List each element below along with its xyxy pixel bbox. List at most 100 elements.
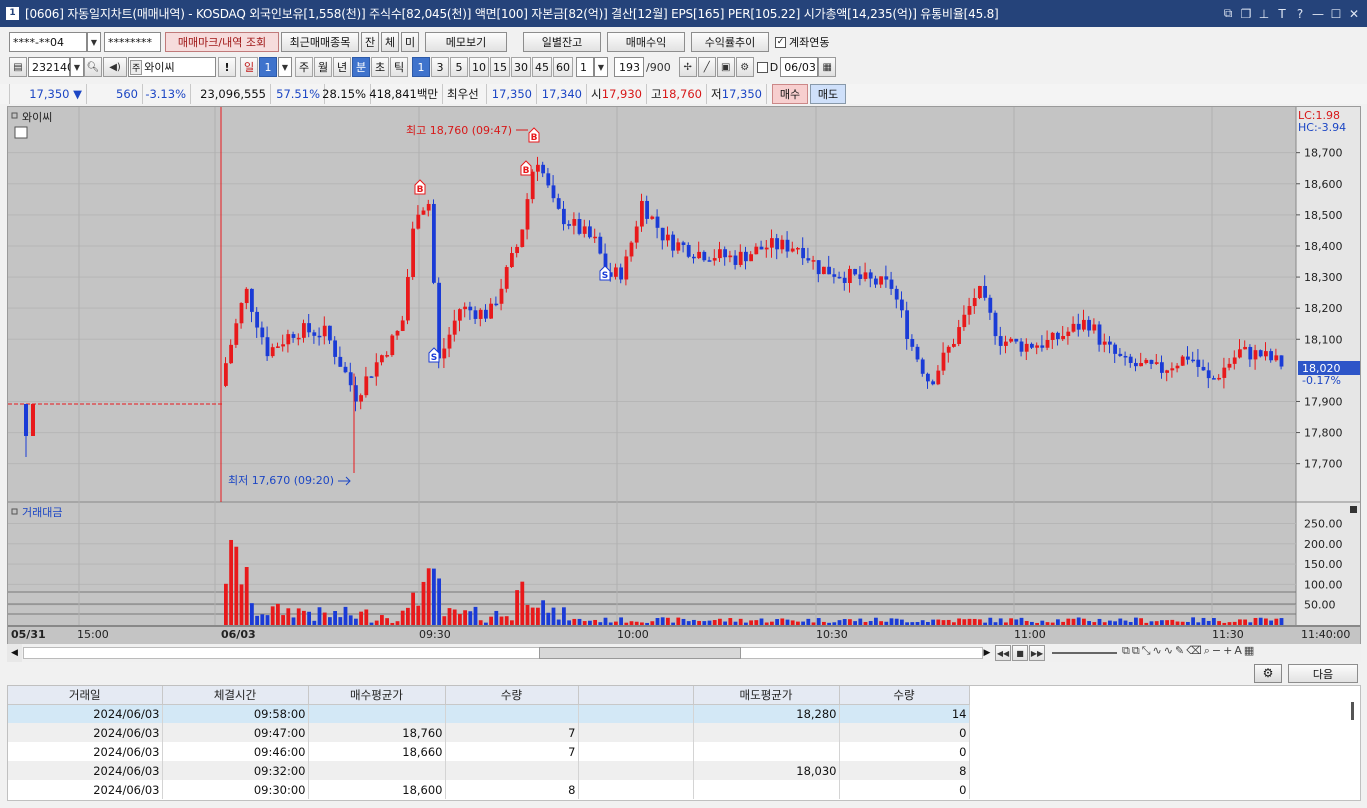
stock-code-input[interactable]: 232140 <box>28 57 74 77</box>
save-icon[interactable]: ▣ <box>716 57 735 77</box>
text-tool-icon[interactable]: A <box>1234 644 1242 658</box>
zoom-out-icon[interactable]: − <box>1212 644 1221 658</box>
day-count-dropdown-icon[interactable]: ▼ <box>278 57 292 77</box>
calendar-icon[interactable]: ▦ <box>818 57 837 77</box>
gear-icon[interactable]: ⚙ <box>735 57 754 77</box>
scroll-left-icon[interactable]: ◀ <box>7 644 22 662</box>
chart-settings-icon[interactable]: ▤ <box>9 57 27 77</box>
column-header[interactable]: 매수평균가 <box>308 686 446 705</box>
memo-button[interactable]: 메모보기 <box>425 32 507 52</box>
mark-history-button[interactable]: 매매마크/내역 조회 <box>165 32 279 52</box>
alert-button[interactable]: ! <box>218 57 236 77</box>
volume-bar <box>338 617 343 625</box>
period-second-button[interactable]: 초 <box>371 57 389 77</box>
account-input[interactable]: ****-**04 <box>9 32 87 52</box>
code-dropdown-icon[interactable]: ▼ <box>70 57 84 77</box>
account-dropdown-icon[interactable]: ▼ <box>87 32 101 52</box>
table-row[interactable]: 2024/06/03 09:46:00 18,660 7 0 <box>8 742 970 761</box>
grid-icon[interactable]: ▦ <box>1244 644 1254 658</box>
sound-icon[interactable]: ◀) <box>103 57 127 77</box>
minimize-icon[interactable]: — <box>1309 7 1327 21</box>
interval-select[interactable]: 1 <box>576 57 594 77</box>
zoom-in-icon[interactable]: + <box>1223 644 1232 658</box>
table-row[interactable]: 2024/06/03 09:58:00 18,280 14 <box>8 704 970 723</box>
help-icon[interactable]: ? <box>1291 7 1309 21</box>
candlestick-chart[interactable]: 18,700 18,600 18,500 18,400 18,300 18,200 18,1… <box>7 106 1361 645</box>
password-input[interactable]: ******** <box>104 32 161 52</box>
trade-profit-button[interactable]: 매매수익 <box>607 32 685 52</box>
maximize-icon[interactable]: ☐ <box>1327 7 1345 21</box>
buy-button[interactable]: 매수 <box>772 84 808 104</box>
best-bid: 17,340 <box>537 84 587 104</box>
balance-button[interactable]: 잔 <box>361 32 379 52</box>
daily-balance-button[interactable]: 일별잔고 <box>523 32 601 52</box>
scroll-right-icon[interactable]: ▶ <box>981 644 993 662</box>
interval-dropdown-icon[interactable]: ▼ <box>594 57 608 77</box>
column-header[interactable] <box>578 686 694 705</box>
interval-5-button[interactable]: 5 <box>450 57 468 77</box>
sell-button[interactable]: 매도 <box>810 84 846 104</box>
volume-panel-label: 거래대금 <box>22 506 62 519</box>
unfilled-button[interactable]: 미 <box>401 32 419 52</box>
volume-bar <box>1056 619 1060 625</box>
interval-30-button[interactable]: 30 <box>511 57 531 77</box>
date-checkbox[interactable] <box>756 61 768 73</box>
table-row[interactable]: 2024/06/03 09:30:00 18,600 8 0 <box>8 780 970 799</box>
font-icon[interactable]: T <box>1273 7 1291 21</box>
table-scrollbar[interactable] <box>1351 702 1354 720</box>
pin-icon[interactable]: ⊥ <box>1255 7 1273 21</box>
period-week-button[interactable]: 주 <box>295 57 313 77</box>
draw-line-icon[interactable]: ╱ <box>697 57 716 77</box>
period-tick-button[interactable]: 틱 <box>390 57 408 77</box>
interval-1-button[interactable]: 1 <box>412 57 430 77</box>
chart-canvas[interactable]: 18,700 18,600 18,500 18,400 18,300 18,200 18,1… <box>8 107 1361 645</box>
return-trend-button[interactable]: 수익률추이 <box>691 32 769 52</box>
magnifier-icon[interactable]: ⌕ <box>1204 644 1210 658</box>
wave-icon[interactable]: ∿ <box>1153 644 1162 658</box>
column-header[interactable]: 체결시간 <box>162 686 309 705</box>
scroll-track[interactable] <box>23 647 983 659</box>
column-header[interactable]: 수량 <box>839 686 970 705</box>
pen-icon[interactable]: ✎ <box>1175 644 1184 658</box>
table-settings-icon[interactable]: ⚙ <box>1254 664 1282 683</box>
interval-3-button[interactable]: 3 <box>431 57 449 77</box>
rewind-icon[interactable]: ◀◀ <box>995 645 1011 661</box>
eraser-icon[interactable]: ⌫ <box>1186 644 1202 658</box>
interval-60-button[interactable]: 60 <box>553 57 573 77</box>
period-month-button[interactable]: 월 <box>314 57 332 77</box>
period-day-button[interactable]: 일 <box>240 57 258 77</box>
recent-trades-button[interactable]: 최근매매종목 <box>281 32 359 52</box>
copy-window-icon[interactable]: ❐ <box>1237 7 1255 21</box>
day-count-field[interactable]: 1 <box>259 57 277 77</box>
period-year-button[interactable]: 년 <box>333 57 351 77</box>
count-input[interactable]: 193 <box>614 57 644 77</box>
filled-button[interactable]: 체 <box>381 32 399 52</box>
next-button[interactable]: 다음 <box>1288 664 1358 683</box>
column-header[interactable]: 수량 <box>445 686 579 705</box>
column-header[interactable]: 매도평균가 <box>693 686 840 705</box>
window-number-badge[interactable]: 1 <box>6 7 19 20</box>
layout-1-icon[interactable]: ⧉ <box>1122 644 1130 658</box>
scroll-thumb[interactable] <box>539 647 741 659</box>
trendline-icon[interactable]: ⤡ <box>1142 644 1151 658</box>
column-header[interactable]: 거래일 <box>8 686 163 705</box>
period-minute-button[interactable]: 분 <box>352 57 370 77</box>
crosshair-icon[interactable]: ✢ <box>678 57 697 77</box>
close-icon[interactable]: ✕ <box>1345 7 1363 21</box>
zoom-slider[interactable] <box>1052 652 1117 654</box>
search-icon[interactable]: 🔍︎ <box>84 57 102 77</box>
date-input[interactable]: 06/03 <box>780 57 819 77</box>
table-row[interactable]: 2024/06/03 09:32:00 18,030 8 <box>8 761 970 780</box>
volume-bar <box>582 621 587 625</box>
layout-2-icon[interactable]: ⧉ <box>1132 644 1140 658</box>
table-row[interactable]: 2024/06/03 09:47:00 18,760 7 0 <box>8 723 970 742</box>
volume-bar <box>270 606 275 625</box>
fib-icon[interactable]: ∿ <box>1164 644 1173 658</box>
fast-forward-icon[interactable]: ▶▶ <box>1029 645 1045 661</box>
account-link-checkbox[interactable]: ✓ <box>775 36 786 48</box>
interval-15-button[interactable]: 15 <box>490 57 510 77</box>
interval-10-button[interactable]: 10 <box>469 57 489 77</box>
link-icon[interactable]: ⧉ <box>1219 6 1237 21</box>
interval-45-button[interactable]: 45 <box>532 57 552 77</box>
stop-icon[interactable]: ■ <box>1012 645 1028 661</box>
